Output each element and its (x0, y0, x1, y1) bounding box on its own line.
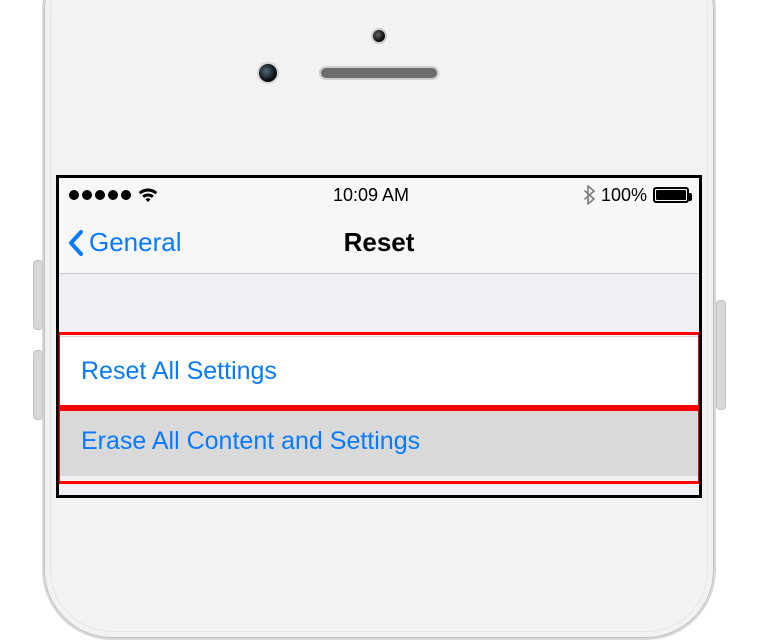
battery-percent-text: 100% (601, 185, 647, 206)
volume-down-button (33, 350, 43, 420)
section-gap (59, 274, 699, 336)
proximity-sensor (371, 28, 387, 44)
reset-all-settings-item[interactable]: Reset All Settings (59, 336, 699, 406)
wifi-icon (137, 187, 159, 203)
battery-icon (653, 187, 689, 203)
volume-up-button (33, 260, 43, 330)
earpiece-speaker (319, 66, 439, 80)
list-item-label: Reset All Settings (81, 357, 277, 386)
bluetooth-icon (583, 185, 595, 205)
back-button[interactable]: General (59, 227, 182, 258)
status-bar: 10:09 AM 100% (59, 178, 699, 212)
power-button (716, 300, 726, 410)
erase-all-content-item[interactable]: Erase All Content and Settings (59, 406, 699, 476)
nav-bar: General Reset (59, 212, 699, 274)
chevron-left-icon (67, 229, 87, 257)
top-hardware-cluster (42, 28, 716, 84)
list-item-label: Erase All Content and Settings (81, 427, 420, 456)
status-bar-time: 10:09 AM (333, 185, 409, 206)
cell-signal-icon (69, 190, 131, 200)
reset-menu-list: Reset All Settings Erase All Content and… (59, 336, 699, 476)
back-button-label: General (89, 227, 182, 258)
screen: 10:09 AM 100% General Reset Reset All Se… (56, 175, 702, 498)
front-camera (257, 62, 279, 84)
